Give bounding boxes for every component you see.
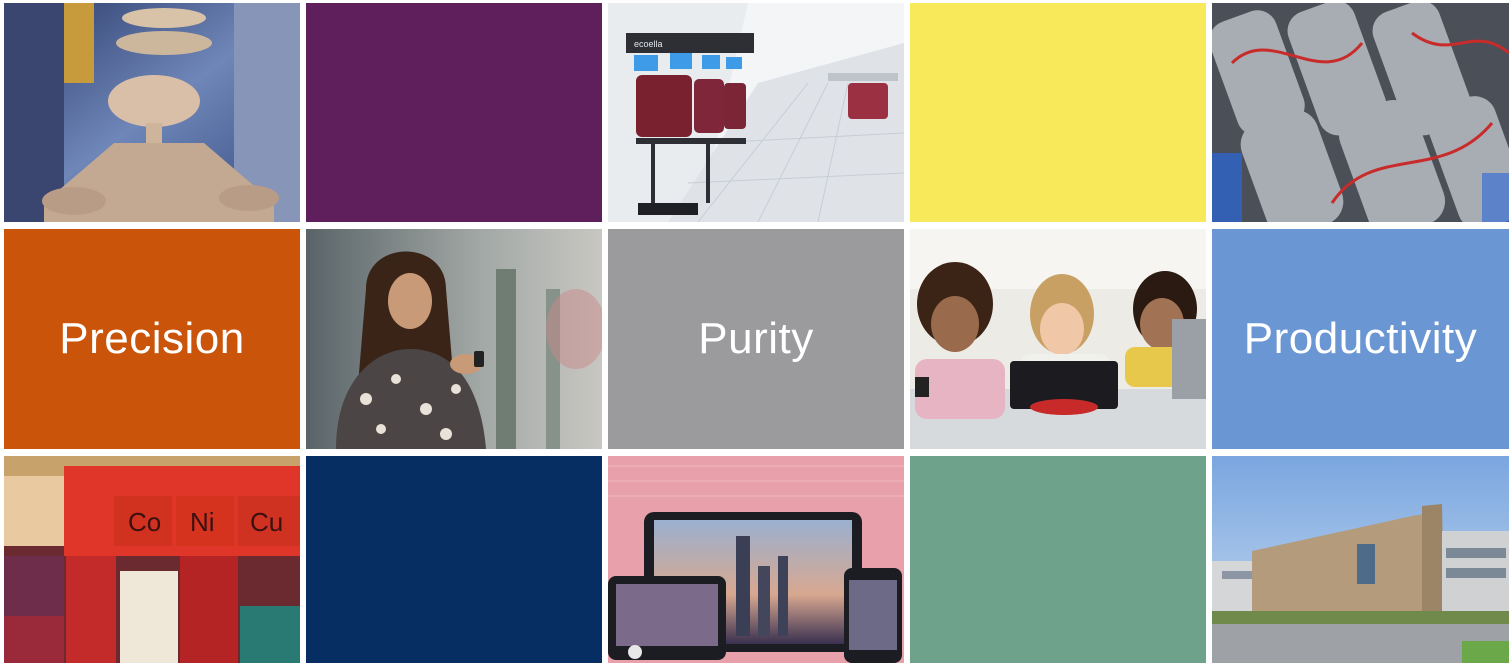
- tile-purity: Purity: [608, 229, 904, 449]
- element-co: Co: [128, 507, 161, 537]
- tile-precision: Precision: [4, 229, 300, 449]
- photo-modern-building: [1212, 456, 1509, 663]
- purity-label: Purity: [698, 314, 814, 363]
- precision-label: Precision: [59, 314, 245, 363]
- productivity-label: Productivity: [1243, 314, 1478, 363]
- photo-periodic-table-blocks: Co Ni Cu: [4, 456, 300, 663]
- tile-navy: [306, 456, 602, 663]
- photo-devices-city-skyline: [608, 456, 904, 663]
- tile-green: [910, 456, 1206, 663]
- photo-cleanroom-equipment: ecoella: [608, 3, 904, 222]
- image-collage-grid: ecoella Precision Purity Productivity Co…: [0, 0, 1509, 668]
- tile-yellow: [910, 3, 1206, 222]
- photo-gas-cylinders: [1212, 3, 1509, 222]
- photo-wafer-handling-robot: [4, 3, 300, 222]
- svg-text:ecoella: ecoella: [634, 39, 663, 49]
- tile-productivity: Productivity: [1212, 229, 1509, 449]
- element-cu: Cu: [250, 507, 283, 537]
- photo-woman-with-phone: [306, 229, 602, 449]
- tile-purple: [306, 3, 602, 222]
- element-ni: Ni: [190, 507, 215, 537]
- photo-children-with-devices: [910, 229, 1206, 449]
